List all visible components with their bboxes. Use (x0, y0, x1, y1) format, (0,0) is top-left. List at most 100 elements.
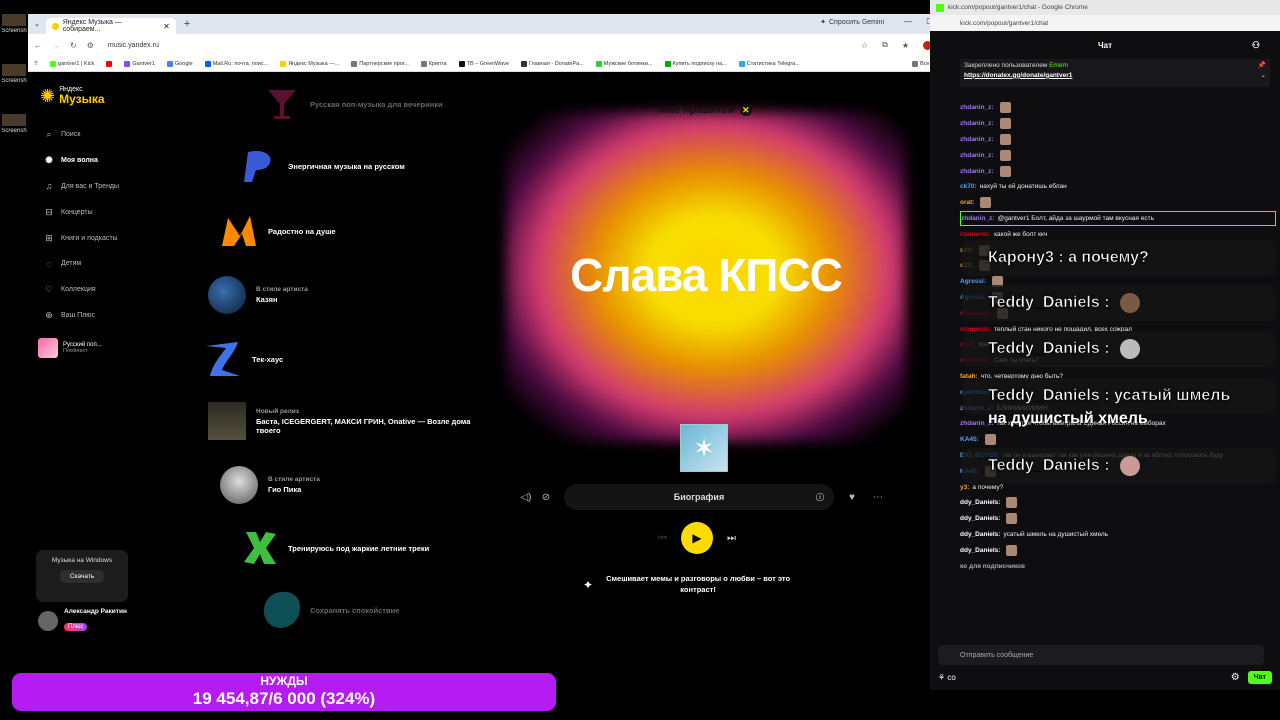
chat-input[interactable]: Отправить сообщение (938, 645, 1264, 665)
play-button[interactable]: ▶ (681, 522, 713, 554)
chat-username[interactable]: zhdanin_z: (960, 120, 994, 127)
heart-icon: ♡ (44, 284, 54, 295)
forward-icon[interactable]: → (52, 41, 60, 50)
chat-username[interactable]: zhdanin_z: (960, 104, 994, 111)
chat-url-bar[interactable]: kick.com/popout/gantver1/chat (930, 15, 1280, 31)
chat-username[interactable]: orat: (960, 199, 974, 206)
bookmark-item[interactable]: Крипта (420, 60, 447, 67)
close-tab-icon[interactable]: ✕ (163, 22, 170, 31)
bookmark-item[interactable]: gantver1 | Kick (50, 60, 94, 67)
user-name: Александр Ракитин (64, 608, 127, 615)
sidebar-item-plus[interactable]: ⊕ Ваш Плюс (44, 303, 184, 329)
sidebar-playlist[interactable]: Русский поп... Плейлист (38, 338, 102, 358)
bookmarks-icon[interactable]: ★ (902, 41, 909, 50)
new-tab-icon[interactable]: + (184, 18, 190, 30)
ask-gemini-button[interactable]: ✦ Спросить Gemini (820, 18, 884, 27)
wave-item[interactable]: Сохранять спокойствие (264, 592, 399, 628)
like-tag[interactable]: Мне нравится ✕ (658, 104, 752, 116)
send-chat-button[interactable]: Чат (1247, 671, 1272, 684)
wave-item[interactable]: Энергичная музыка на русском (242, 148, 405, 184)
chat-message: ddy_Daniels: (960, 511, 1276, 527)
chevron-down-icon[interactable]: ⌄ (1261, 71, 1266, 81)
reload-icon[interactable]: ↻ (70, 41, 77, 50)
tab-list-icon[interactable]: ⌄ (34, 20, 40, 28)
sidebar-item-kids[interactable]: ◌ Детям (44, 251, 184, 277)
user-profile[interactable]: Александр Ракитин Плюс (38, 608, 127, 633)
chat-username[interactable]: ddy_Daniels: (960, 547, 1000, 554)
track-cover[interactable]: ✶ (680, 424, 728, 472)
pin-icon[interactable]: 📌 (1258, 61, 1266, 71)
sidebar-item-books[interactable]: ⊞ Книги и подкасты (44, 225, 184, 251)
users-icon[interactable]: ⚇ (1252, 40, 1260, 51)
info-icon[interactable]: ⓘ (816, 492, 824, 503)
desktop-icon[interactable]: Screensh (0, 14, 28, 50)
wave-item[interactable]: Русская поп-музыка для вечеринки (264, 86, 443, 122)
like-heart-icon[interactable]: ♥ (842, 492, 862, 503)
bookmark-item[interactable]: Партнерские прог... (351, 60, 409, 67)
wave-item[interactable]: Тренируюсь под жаркие летние треки (242, 530, 429, 566)
tab-title: Яндекс Музыка — собираем... (62, 19, 122, 33)
sidebar-item-my-wave[interactable]: ✺ Моя волна (44, 148, 184, 174)
url-field[interactable]: music.yandex.ru (104, 42, 851, 49)
desktop-icon[interactable]: Screensh (0, 64, 28, 100)
wave-item[interactable]: В стиле артиста Гио Пика (220, 466, 320, 504)
bookmark-item[interactable] (106, 60, 113, 67)
wave-item[interactable]: В стиле артиста Казян (208, 276, 308, 314)
download-button[interactable]: Скачать (59, 570, 105, 583)
chat-text: какой же болт ккч (994, 230, 1048, 238)
ai-text: Смешивает мемы и разговоры о любви – вот… (606, 574, 791, 594)
chat-username[interactable]: ntaments: (960, 231, 991, 238)
chat-username[interactable]: zhdanin_z: (960, 136, 994, 143)
chat-username[interactable]: ко для подписчиков (960, 563, 1025, 570)
bookmark-item[interactable]: ТВ – GreenWave (458, 60, 509, 67)
minimize-icon[interactable]: — (904, 17, 912, 26)
release-cover (208, 402, 246, 440)
pinned-link[interactable]: https://donatex.gg/donate/gantver1 (964, 72, 1072, 79)
apps-icon[interactable]: ⠿ (34, 61, 38, 67)
emote-image (1119, 293, 1140, 313)
site-info-icon[interactable]: ⚙ (87, 41, 94, 50)
next-icon[interactable]: ⏭ (727, 533, 736, 544)
tab-yandex-music[interactable]: Яндекс Музыка — собираем... ✕ (45, 18, 176, 34)
bookmark-item[interactable]: Mail.Ru: почта, поис... (204, 60, 268, 67)
extensions-icon[interactable]: ⧉ (882, 40, 888, 50)
biography-bar[interactable]: Биография ⓘ (564, 484, 834, 510)
bookmark-item[interactable]: Купить подписку на... (664, 60, 727, 67)
donation-goal-bar: НУЖДЫ 19 454,87/6 000 (324%) (12, 673, 556, 711)
desktop-icon[interactable]: Screensh (0, 114, 28, 150)
chat-username[interactable]: KA45: (960, 436, 979, 443)
chat-username[interactable]: zhdanin_z: (961, 215, 995, 222)
emote-image (999, 118, 1011, 130)
emote-icon[interactable]: ⚘ co (938, 673, 956, 682)
bookmark-item[interactable]: Google (166, 60, 193, 67)
avatar (38, 610, 58, 631)
sidebar-item-concerts[interactable]: ⊟ Концерты (44, 199, 184, 225)
bookmark-item[interactable]: Яндекс Музыка —... (280, 60, 339, 67)
bookmark-item[interactable]: Статистика Telegra... (738, 60, 800, 67)
chat-username[interactable]: ddy_Daniels: (960, 531, 1000, 538)
bookmark-star-icon[interactable]: ☆ (861, 41, 868, 50)
volume-icon[interactable]: ◁) (516, 492, 536, 503)
bookmark-item[interactable]: Мужские ботинки... (595, 60, 653, 67)
chat-username[interactable]: y3: (960, 484, 969, 491)
chat-username[interactable]: ddy_Daniels: (960, 515, 1000, 522)
back-icon[interactable]: ← (34, 41, 42, 50)
sidebar-item-collection[interactable]: ♡ Коллекция (44, 277, 184, 303)
bookmark-item[interactable]: Gantver1 (124, 60, 155, 67)
wave-item[interactable]: Новый релиз Баста, ICEGERGERT, МАКСИ ГРИН… (208, 402, 478, 440)
dislike-icon[interactable]: ⊘ (536, 492, 556, 503)
bookmark-item[interactable]: Главная - DonatePa... (520, 60, 584, 67)
gear-icon[interactable]: ⚙ (1231, 672, 1240, 683)
chat-username[interactable]: zhdanin_z: (960, 168, 994, 175)
wave-item[interactable]: Радостно на душе (220, 212, 336, 250)
chat-username[interactable]: ck70: (960, 183, 977, 190)
more-icon[interactable]: ⋯ (868, 492, 888, 503)
wave-item[interactable]: Тек-хаус (204, 340, 283, 378)
chat-username[interactable]: ddy_Daniels: (960, 499, 1000, 506)
yandex-music-logo[interactable]: ✺ Яндекс Музыка (40, 86, 105, 105)
previous-icon[interactable]: ⏮ (658, 533, 667, 544)
sidebar-item-for-you[interactable]: ♫ Для вас и Тренды (44, 174, 184, 200)
chat-username[interactable]: zhdanin_z: (960, 152, 994, 159)
close-icon[interactable]: ✕ (739, 104, 752, 116)
sidebar-item-search[interactable]: ⌕ Поиск (44, 122, 184, 148)
